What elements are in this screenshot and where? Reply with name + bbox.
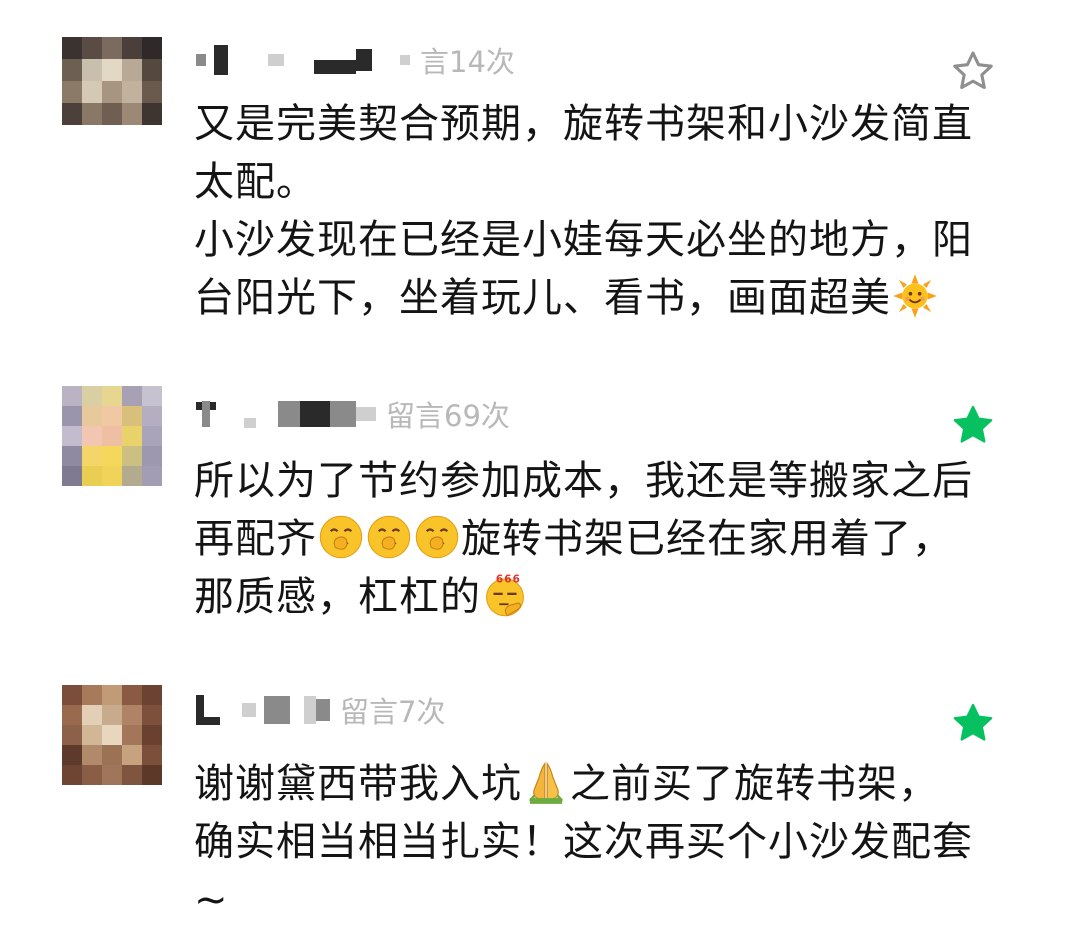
comment-count: 留言69次 (386, 399, 510, 433)
commenter-name: 言14次 (196, 40, 515, 80)
comment-text: 又是完美契合预期，旋转书架和小沙发简直 太配。 小沙发现在已经是小娃每天必坐的地… (194, 101, 973, 321)
shy-face-emoji (319, 515, 363, 559)
commenter-name: 留言69次 (196, 394, 510, 434)
folded-hands-emoji (528, 761, 564, 804)
comment-text: 所以为了节约参加成本，我还是等搬家之后 再配齐 旋转书架已经在家用着了， 那质感… (194, 458, 973, 620)
shy-face-emoji (367, 515, 411, 559)
star-icon[interactable] (950, 402, 996, 448)
star-icon[interactable] (950, 48, 996, 94)
comment-text: 谢谢黛西带我入坑 之前买了旋转书架， 确实相当相当扎实！这次再买个小沙发配套 ~ (194, 761, 973, 923)
sun-emoji (893, 274, 937, 318)
comment-item: 留言69次 所以为了节约参加成本，我还是等搬家之后 再配齐 旋转书架已经在家用着… (0, 350, 1080, 650)
comment-item: 言14次 又是完美契合预期，旋转书架和小沙发简直 太配。 小沙发现在已经是小娃每… (0, 0, 1080, 340)
svg-text:666: 666 (496, 573, 521, 585)
shy-face-emoji (415, 515, 459, 559)
666-face-emoji: 666 (486, 573, 524, 617)
commenter-name: 留言7次 (196, 690, 445, 730)
avatar[interactable] (62, 386, 162, 486)
comment-count: 言14次 (420, 45, 515, 79)
comment-count: 留言7次 (340, 695, 446, 729)
avatar[interactable] (62, 37, 162, 125)
comment-item: 留言7次 谢谢黛西带我入坑 之前买了旋转书架， 确实相当相当扎实！这次再买个小沙… (0, 655, 1080, 923)
avatar[interactable] (62, 685, 162, 785)
star-icon[interactable] (950, 700, 996, 746)
